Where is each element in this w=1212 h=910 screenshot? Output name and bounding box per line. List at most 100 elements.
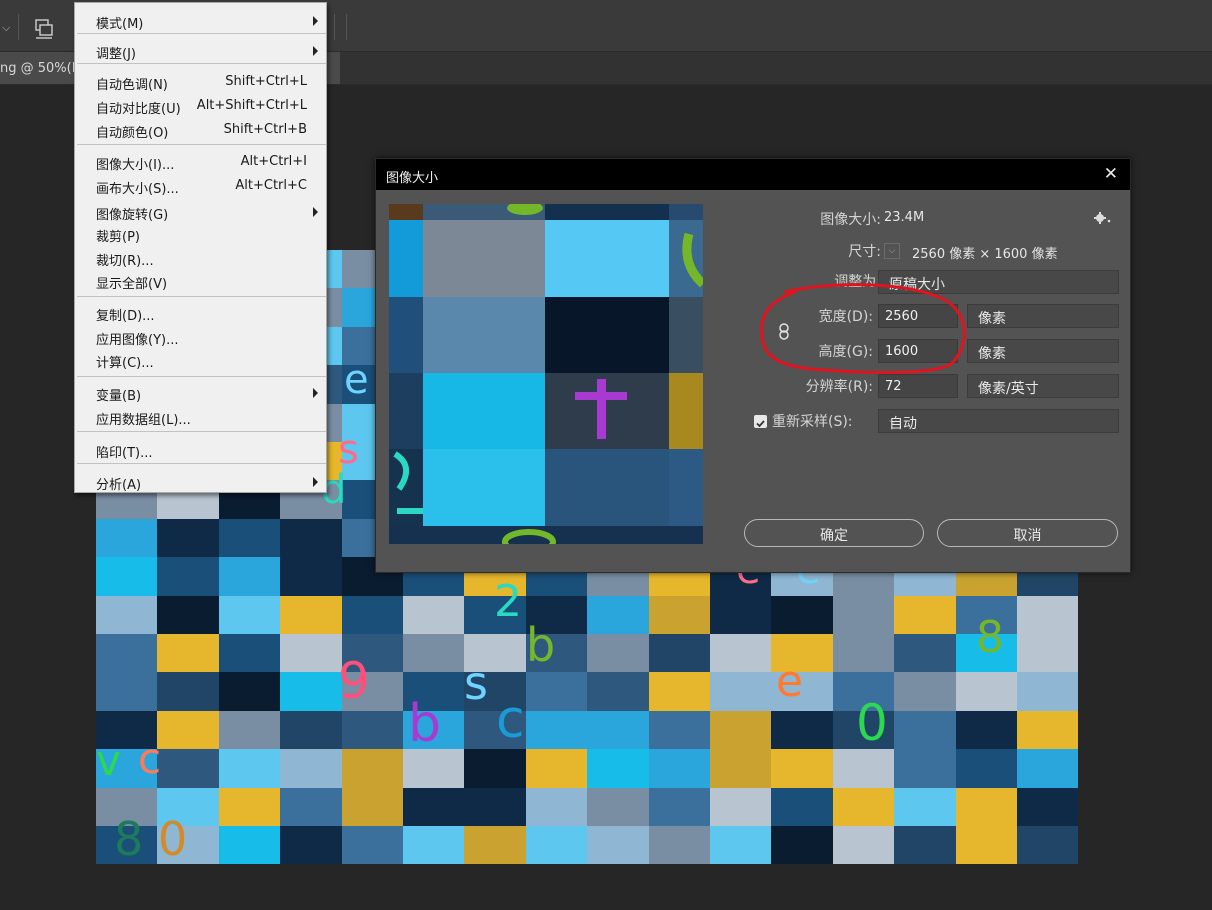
height-unit-select[interactable]: 像素 ⌵: [967, 339, 1119, 363]
canvas-tile: [157, 672, 220, 712]
menu-item-label: 复制(D)...: [96, 309, 155, 324]
menu-item-label: 画布大小(S)...: [96, 182, 179, 197]
menu-item[interactable]: 分析(A): [75, 470, 326, 493]
canvas-glyph: s: [464, 656, 488, 710]
canvas-tile: [157, 749, 220, 789]
canvas-tile: [587, 672, 650, 712]
canvas-tile: [710, 672, 773, 712]
menu-item-shortcut: Alt+Ctrl+C: [235, 178, 307, 193]
ok-button[interactable]: 确定: [744, 519, 924, 547]
canvas-tile: [771, 826, 834, 864]
menu-item[interactable]: 复制(D)...: [75, 301, 326, 324]
menu-item[interactable]: 陷印(T)...: [75, 438, 326, 461]
canvas-tile: [464, 787, 527, 827]
canvas-tile: [96, 672, 159, 712]
annotation-circle: [759, 283, 966, 374]
menu-item[interactable]: 自动对比度(U) Alt+Shift+Ctrl+L: [75, 94, 326, 117]
menu-item[interactable]: 调整(J): [75, 39, 326, 62]
canvas-tile: [403, 826, 466, 864]
canvas-tile: [710, 826, 773, 864]
menu-item[interactable]: 自动色调(N) Shift+Ctrl+L: [75, 70, 326, 93]
canvas-glyph: b: [408, 694, 442, 754]
canvas-glyph: 9: [338, 652, 370, 710]
menu-item-label: 模式(M): [96, 17, 144, 32]
canvas-tile: [280, 826, 343, 864]
canvas-tile: [280, 595, 343, 635]
menu-item[interactable]: 图像旋转(G): [75, 200, 326, 223]
canvas-tile: [894, 634, 957, 674]
cancel-button-label: 取消: [1013, 528, 1042, 544]
submenu-arrow-icon: [313, 46, 318, 56]
chevron-down-icon[interactable]: ⌵: [884, 243, 900, 259]
menu-divider: [77, 63, 326, 64]
image-preview[interactable]: [389, 204, 703, 544]
canvas-tile: [464, 749, 527, 789]
menu-item-label: 应用数据组(L)...: [96, 413, 191, 428]
canvas-tile: [341, 595, 404, 635]
chevron-down-icon[interactable]: ⌵: [2, 21, 10, 35]
canvas-tile: [710, 787, 773, 827]
menu-item[interactable]: 图像大小(I)... Alt+Ctrl+I: [75, 150, 326, 173]
submenu-arrow-icon: [313, 388, 318, 398]
menu-divider: [77, 33, 326, 34]
menu-item-label: 变量(B): [96, 389, 142, 404]
canvas-tile: [710, 595, 773, 635]
canvas-tile: [280, 787, 343, 827]
menu-item[interactable]: 变量(B): [75, 381, 326, 404]
menu-item[interactable]: 显示全部(V): [75, 269, 326, 292]
menu-item[interactable]: 裁剪(P): [75, 222, 326, 245]
menu-item-label: 自动颜色(O): [96, 126, 169, 141]
width-unit-select[interactable]: 像素 ⌵: [967, 304, 1119, 328]
canvas-tile: [955, 672, 1018, 712]
canvas-tile: [218, 634, 282, 674]
canvas-tile: [648, 826, 711, 864]
menu-item[interactable]: 画布大小(S)... Alt+Ctrl+C: [75, 174, 326, 197]
menu-item[interactable]: 自动颜色(O) Shift+Ctrl+B: [75, 118, 326, 141]
canvas-tile: [771, 710, 834, 751]
canvas-tile: [1017, 826, 1078, 864]
canvas-tile: [648, 595, 711, 635]
canvas-tile: [525, 672, 589, 712]
menu-divider: [77, 144, 326, 145]
ok-button-label: 确定: [820, 528, 848, 544]
gear-icon[interactable]: [1094, 211, 1112, 225]
canvas-glyph: 8: [976, 612, 1004, 663]
canvas-tile: [525, 749, 589, 789]
menu-item-label: 计算(C)...: [96, 356, 154, 371]
menu-item-label: 自动色调(N): [96, 78, 168, 93]
chevron-down-icon: ⌵: [889, 416, 897, 427]
canvas-tile: [894, 595, 957, 635]
canvas-tile: [771, 787, 834, 827]
menu-item-label: 分析(A): [96, 478, 142, 493]
menu-item[interactable]: 应用数据组(L)...: [75, 405, 326, 428]
close-icon[interactable]: ✕: [1104, 164, 1118, 184]
dialog-title-bar[interactable]: 图像大小 ✕: [376, 159, 1130, 190]
menu-item[interactable]: 计算(C)...: [75, 348, 326, 371]
menu-divider: [77, 376, 326, 377]
canvas-tile: [280, 518, 343, 559]
canvas-tile: [832, 595, 896, 635]
canvas-tile: [525, 787, 589, 827]
canvas-tile: [218, 518, 282, 559]
resolution-unit-select[interactable]: 像素/英寸 ⌵: [967, 374, 1119, 398]
arrange-documents-icon[interactable]: [33, 19, 55, 39]
menu-item[interactable]: 裁切(R)...: [75, 246, 326, 269]
menu-item[interactable]: 应用图像(Y)...: [75, 325, 326, 348]
chevron-down-icon: ⌵: [978, 381, 986, 392]
canvas-glyph: 8: [114, 812, 144, 864]
canvas-tile: [403, 634, 466, 674]
menu-item[interactable]: 模式(M): [75, 9, 326, 32]
canvas-tile: [218, 710, 282, 751]
menu-item-shortcut: Alt+Shift+Ctrl+L: [196, 98, 307, 113]
dimensions-label: 尺寸:: [848, 244, 881, 260]
checkmark-icon: [756, 420, 765, 428]
canvas-tile: [280, 634, 343, 674]
resample-select[interactable]: 自动 ⌵: [878, 409, 1119, 433]
canvas-tile: [1017, 787, 1078, 827]
cancel-button[interactable]: 取消: [937, 519, 1118, 547]
canvas-tile: [648, 710, 711, 751]
canvas-glyph: 0: [856, 694, 888, 752]
resample-checkbox[interactable]: [754, 415, 767, 428]
canvas-tile: [955, 826, 1018, 864]
canvas-tile: [96, 557, 159, 597]
